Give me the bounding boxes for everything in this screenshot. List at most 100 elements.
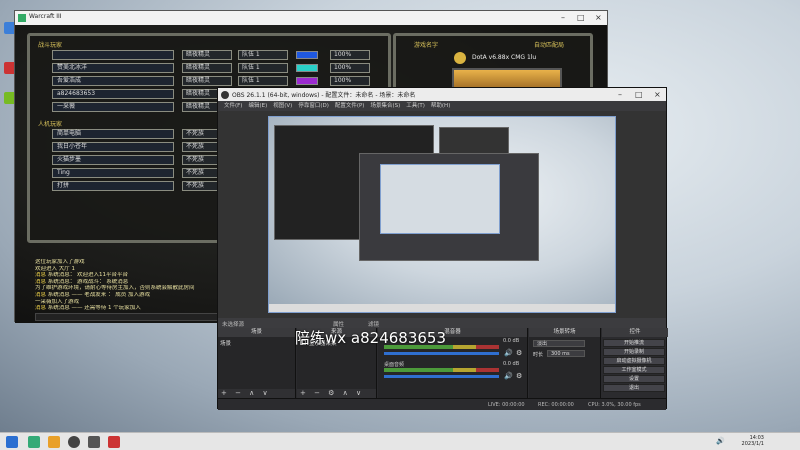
chat-line: 消息 系统消息 —— 老战友来 ： 成员 加入游戏 (35, 292, 235, 299)
warcraft-app-icon (18, 14, 26, 22)
gear-icon[interactable]: ⚙ (516, 349, 522, 357)
player-team-select[interactable]: 队伍 1 (238, 63, 288, 73)
obs-menu-item[interactable]: 配置文件(P) (335, 103, 365, 109)
obs-menu-item[interactable]: 编辑(E) (248, 103, 267, 109)
minimize-icon[interactable]: – (561, 13, 565, 23)
player-team-select[interactable]: 队伍 1 (238, 76, 288, 86)
taskbar-app-icon[interactable] (88, 436, 100, 448)
player-slot-name[interactable]: 赞美北冰洋 (52, 63, 174, 73)
speaker-icon[interactable]: 🔊 (504, 372, 513, 380)
obs-menu-item[interactable]: 视图(V) (273, 103, 292, 109)
live-time: LIVE: 00:00:00 (488, 402, 525, 408)
obs-status-bar: LIVE: 00:00:00 REC: 00:00:00 CPU: 3.0%, … (218, 398, 666, 410)
obs-title-bar[interactable]: OBS 26.1.1 (64-bit, windows) - 配置文件：未命名 … (218, 88, 666, 101)
volume-slider[interactable] (384, 375, 499, 378)
volume-meter (384, 368, 499, 372)
preview-canvas[interactable] (268, 116, 616, 313)
speaker-icon[interactable]: 🔊 (716, 437, 725, 445)
player-race-select[interactable]: 暗夜精灵 (182, 76, 232, 86)
taskbar-app-icon[interactable] (28, 436, 40, 448)
obs-control-button[interactable]: 开始录制 (603, 348, 665, 356)
transition-select[interactable]: 淡出 (533, 340, 585, 347)
chat-line: 消息 系统消息： 欢迎进入11平台平台 (35, 272, 235, 279)
chat-text: 系统消息 —— 还需等待 1 个玩家加入 (47, 305, 141, 312)
close-icon[interactable]: × (654, 90, 661, 100)
section-ai-label: 人机玩家 (38, 121, 63, 128)
obs-control-button[interactable]: 工作室模式 (603, 366, 665, 374)
auto-match-label: 自动匹配局 (534, 42, 565, 49)
chat-text: 欢迎进入 大厅 1 (35, 265, 75, 272)
chat-text: 一采薇加入了游戏 (35, 298, 80, 305)
ai-slot-name[interactable]: Ting (52, 168, 174, 178)
duration-label: 时长 (533, 352, 544, 358)
chat-line: 消息 系统消息 —— 还需等待 1 个玩家加入 (35, 305, 235, 312)
player-handicap-select[interactable]: 100% (330, 50, 370, 60)
ai-slot-name[interactable]: 简单电脑 (52, 129, 174, 139)
obs-menu-item[interactable]: 文件(F) (224, 103, 242, 109)
gear-icon[interactable]: ⚙ (516, 372, 522, 380)
scenes-dock: 场景 场景 + − ∧ ∨ (218, 328, 296, 398)
obs-control-button[interactable]: 退出 (603, 384, 665, 392)
player-color-select[interactable] (296, 64, 318, 72)
player-slot-name[interactable]: 吾爱浩成 (52, 76, 174, 86)
obs-window[interactable]: OBS 26.1.1 (64-bit, windows) - 配置文件：未命名 … (217, 87, 668, 410)
chat-line: 为了维护游戏环境，请耐心等待房主加入，否则系统会解散此房间 (35, 285, 235, 292)
obs-title: OBS 26.1.1 (64-bit, windows) - 配置文件：未命名 … (232, 92, 416, 99)
scenes-dock-toolbar[interactable]: + − ∧ ∨ (218, 389, 295, 398)
taskbar-app-icon[interactable] (48, 436, 60, 448)
player-handicap-select[interactable]: 100% (330, 76, 370, 86)
chat-sender: 消息 (35, 272, 47, 279)
ai-slot-name[interactable]: 火猫步墨 (52, 155, 174, 165)
obs-menu-item[interactable]: 停靠窗口(D) (298, 103, 329, 109)
chat-line: 一采薇加入了游戏 (35, 299, 235, 306)
chat-sender: 消息 (35, 291, 47, 298)
nested-taskbar (269, 304, 615, 312)
maximize-icon[interactable]: □ (577, 13, 585, 23)
taskbar-obs-icon[interactable] (68, 436, 80, 448)
obs-menu-item[interactable]: 工具(T) (406, 103, 425, 109)
map-gem-icon (454, 52, 466, 64)
mixer-channel-db: 0.0 dB (503, 338, 520, 344)
chat-line: 消息 系统消息： 游戏战斗： 系统消息 (35, 279, 235, 286)
windows-start-icon[interactable] (6, 436, 18, 448)
duration-input[interactable]: 300 ms (547, 350, 585, 357)
player-color-select[interactable] (296, 51, 318, 59)
obs-menu-bar: 文件(F) 编辑(E) 视图(V) 停靠窗口(D) 配置文件(P) 场景集合(S) 工具(T… (218, 101, 666, 111)
player-team-select[interactable]: 队伍 1 (238, 50, 288, 60)
player-race-select[interactable]: 暗夜精灵 (182, 63, 232, 73)
scene-item[interactable]: 场景 (220, 339, 231, 347)
chat-line: 欢迎进入 大厅 1 (35, 266, 235, 273)
chat-input[interactable] (35, 313, 235, 321)
ai-slot-name[interactable]: 我日小苍年 (52, 142, 174, 152)
obs-control-button[interactable]: 设置 (603, 375, 665, 383)
player-handicap-select[interactable]: 100% (330, 63, 370, 73)
chat-sender: 消息 (35, 278, 47, 285)
taskbar: 🔊 14:03 2023/1/1 (0, 432, 800, 450)
taskbar-warcraft-icon[interactable] (108, 436, 120, 448)
map-name: DotA v6.88x CMG 1lu (472, 54, 537, 61)
maximize-icon[interactable]: □ (635, 90, 643, 100)
player-color-select[interactable] (296, 77, 318, 85)
close-icon[interactable]: × (595, 13, 602, 23)
obs-menu-item[interactable]: 帮助(H) (431, 103, 450, 109)
chat-text: 系统消息： 欢迎进入11平台平台 (47, 272, 129, 279)
obs-menu-item[interactable]: 场景集合(S) (370, 103, 400, 109)
transitions-dock-title: 场景转场 (529, 328, 600, 337)
chat-sender: 消息 (35, 305, 47, 312)
player-slot-name[interactable]: a824683653 (52, 89, 174, 99)
minimize-icon[interactable]: – (618, 90, 622, 100)
player-race-select[interactable]: 暗夜精灵 (182, 50, 232, 60)
section-players-label: 战斗玩家 (38, 42, 63, 49)
warcraft-title-bar[interactable]: Warcraft III – □ × (15, 11, 607, 25)
taskbar-clock[interactable]: 14:03 2023/1/1 (742, 435, 764, 447)
player-slot-name[interactable] (52, 50, 174, 60)
obs-app-icon (221, 91, 229, 99)
obs-control-button[interactable]: 启动虚拟摄像机 (603, 357, 665, 365)
chat-text: 为了维护游戏环境，请耐心等待房主加入，否则系统会解散此房间 (35, 285, 195, 292)
ai-slot-name[interactable]: 打拼 (52, 181, 174, 191)
player-slot-name[interactable]: 一采薇 (52, 102, 174, 112)
speaker-icon[interactable]: 🔊 (504, 349, 513, 357)
sources-dock-toolbar[interactable]: + − ⚙ ∧ ∨ (297, 389, 376, 398)
volume-slider[interactable] (384, 352, 499, 355)
obs-control-button[interactable]: 开始推流 (603, 339, 665, 347)
